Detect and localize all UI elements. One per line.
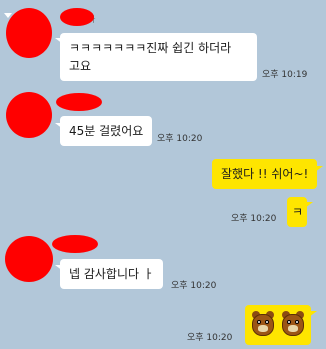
incoming-message-bubble[interactable]: 45분 걸렸어요 — [60, 116, 153, 146]
sender-name-redacted — [52, 235, 98, 253]
outgoing-message-bubble[interactable]: ㅋ — [287, 197, 307, 227]
bear-emoticon-icon — [281, 311, 305, 337]
outgoing-sticker-bubble[interactable] — [245, 305, 311, 345]
outgoing-message-bubble[interactable]: 잘했다 !! 쉬어~! — [212, 159, 318, 189]
message-timestamp: 오후 10:19 — [262, 70, 308, 80]
bubble-tail — [305, 202, 313, 208]
sender-avatar[interactable] — [5, 236, 53, 282]
message-timestamp: 오후 10:20 — [171, 281, 217, 291]
sender-avatar[interactable] — [6, 8, 52, 58]
message-timestamp: 오후 10:20 — [157, 134, 203, 144]
bubble-tail — [309, 311, 317, 317]
sender-name-redacted — [56, 93, 102, 111]
sender-avatar[interactable] — [6, 92, 52, 138]
sender-name-redacted — [60, 8, 94, 26]
message-timestamp: 오후 10:20 — [187, 333, 233, 343]
bear-emoticon-icon — [251, 311, 275, 337]
incoming-message-bubble[interactable]: 넵 감사합니다 ㅏ — [60, 259, 163, 289]
incoming-message-bubble[interactable]: ㅋㅋㅋㅋㅋㅋㅋ진짜 쉽긴 하더라 고요 — [60, 33, 257, 81]
message-timestamp: 오후 10:20 — [231, 214, 277, 224]
bubble-tail — [315, 166, 323, 172]
